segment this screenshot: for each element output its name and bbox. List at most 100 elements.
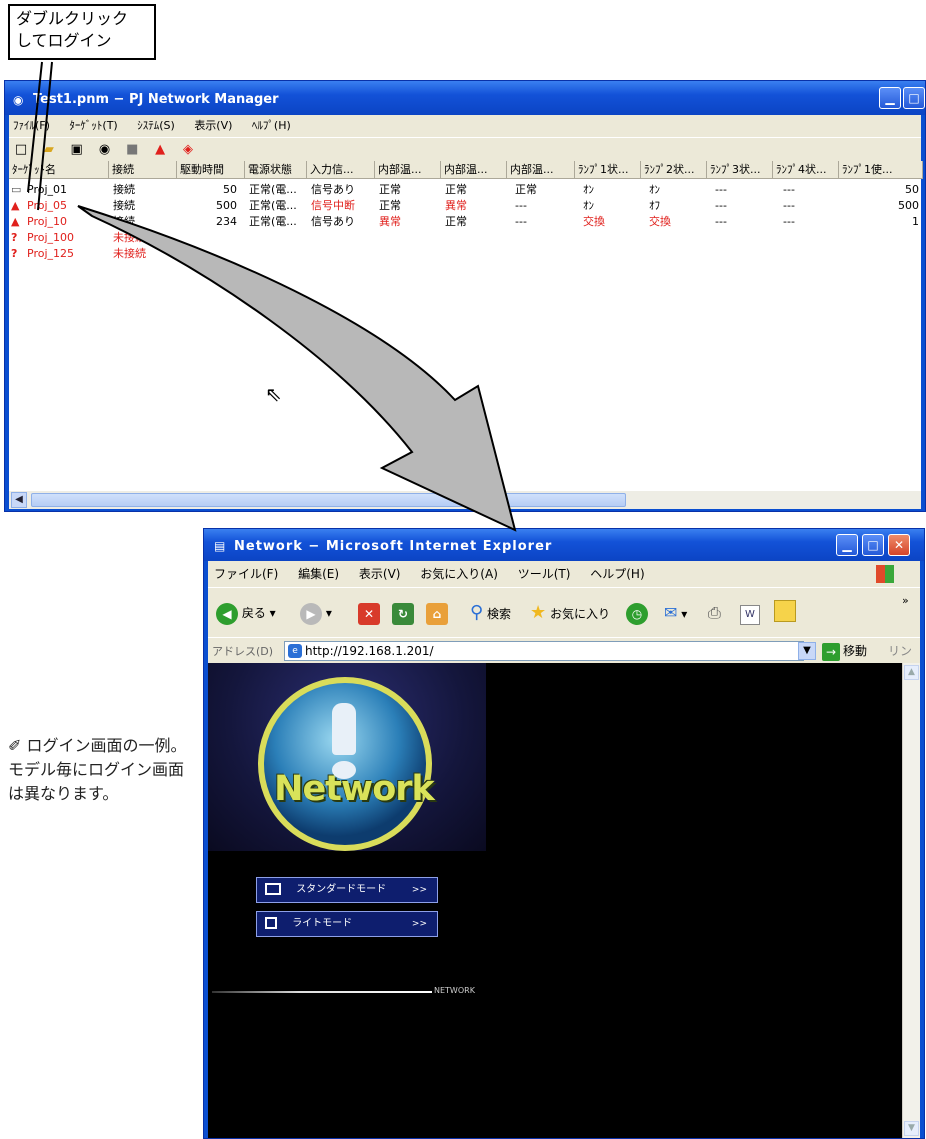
lamp-1-status: ｵﾝ [583, 199, 594, 212]
temp-2-status: 異常 [445, 199, 467, 212]
maximize-icon[interactable]: □ [903, 87, 925, 109]
menu-help[interactable]: ヘルプ(H) [590, 561, 644, 587]
favorites-button[interactable]: ★ お気に入り [530, 600, 610, 626]
menu-edit[interactable]: 編集(E) [298, 561, 339, 587]
scroll-up-icon[interactable]: ▲ [904, 665, 919, 680]
menu-view[interactable]: 表示(V) [194, 115, 232, 137]
favorites-label: お気に入り [549, 607, 610, 621]
go-button[interactable]: → 移動 [822, 642, 867, 661]
temp-1-status: 正常 [379, 183, 401, 196]
edit-word-button[interactable]: W [740, 600, 760, 626]
lamp-3-status: --- [715, 183, 727, 196]
address-input[interactable]: e http://192.168.1.201/ [284, 641, 804, 661]
col-lamp-2[interactable]: ﾗﾝﾌﾟ2状... [641, 161, 707, 179]
stop-icon: ✕ [358, 602, 380, 625]
history-button[interactable]: ◷ [626, 600, 648, 626]
temp-2-status: 正常 [445, 183, 467, 196]
minimize-icon[interactable]: ▁ [879, 87, 901, 109]
stop-button[interactable]: ✕ [358, 600, 380, 626]
home-button[interactable]: ⌂ [426, 600, 448, 626]
stop-icon[interactable]: ■ [123, 141, 141, 159]
standard-mode-arrow: >> [411, 885, 427, 895]
input-status: 信号あり [311, 215, 355, 228]
home-icon: ⌂ [426, 602, 448, 625]
menu-target[interactable]: ﾀｰｹﾞｯﾄ(T) [69, 115, 117, 137]
lamp-1-usage: 500 [898, 199, 919, 212]
target-name: Proj_100 [27, 231, 75, 244]
col-lamp-4[interactable]: ﾗﾝﾌﾟ4状... [773, 161, 839, 179]
power-status: 正常(電... [249, 215, 297, 228]
mail-button[interactable]: ✉ ▾ [664, 600, 687, 626]
runtime-value: 50 [223, 183, 237, 196]
scroll-left-icon[interactable]: ◀ [11, 492, 27, 508]
manager-menubar: ﾌｧｲﾙ(F) ﾀｰｹﾞｯﾄ(T) ｼｽﾃﾑ(S) 表示(V) ﾍﾙﾌﾟ(H) [9, 115, 921, 137]
maximize-icon[interactable]: □ [862, 534, 884, 556]
col-lamp-3[interactable]: ﾗﾝﾌﾟ3状... [707, 161, 773, 179]
ie-menubar: ファイル(F) 編集(E) 表示(V) お気に入り(A) ツール(T) ヘルプ(… [208, 561, 920, 587]
projector-icon: ▭ [11, 183, 22, 196]
alert-icon[interactable]: ▲ [151, 141, 169, 159]
menu-system[interactable]: ｼｽﾃﾑ(S) [137, 115, 175, 137]
address-label: アドレス(D) [212, 645, 274, 658]
question-icon: ? [11, 247, 18, 260]
col-runtime[interactable]: 駆動時間 [177, 161, 245, 179]
messenger-button[interactable] [774, 600, 796, 626]
menu-view[interactable]: 表示(V) [359, 561, 401, 587]
search-button[interactable]: ⚲ 検索 [470, 600, 511, 626]
alert-list-icon[interactable]: ◈ [179, 141, 197, 159]
back-button[interactable]: ◀ 戻る ▾ [216, 600, 276, 626]
network-logo-icon: Network [258, 677, 435, 851]
col-target-name[interactable]: ﾀｰｹﾞｯﾄ名 [9, 161, 109, 179]
col-power[interactable]: 電源状態 [245, 161, 307, 179]
square-icon [265, 917, 277, 929]
search-icon: ⚲ [470, 602, 484, 623]
scroll-down-icon[interactable]: ▼ [904, 1121, 919, 1136]
connection-status: 未接続 [113, 247, 146, 260]
col-lamp-1-usage[interactable]: ﾗﾝﾌﾟ1使... [839, 161, 923, 179]
col-temp-1[interactable]: 内部温... [375, 161, 441, 179]
scroll-thumb[interactable] [31, 493, 626, 507]
col-input[interactable]: 入力信... [307, 161, 375, 179]
col-temp-2[interactable]: 内部温... [441, 161, 507, 179]
save-icon[interactable]: ▣ [68, 141, 86, 159]
menu-favorites[interactable]: お気に入り(A) [420, 561, 498, 587]
minimize-icon[interactable]: ▁ [836, 534, 858, 556]
callout-line-2: してログイン [16, 31, 112, 50]
manager-title: Test1.pnm − PJ Network Manager [33, 92, 279, 107]
menu-tools[interactable]: ツール(T) [518, 561, 571, 587]
vertical-scrollbar[interactable]: ▲ ▼ [902, 663, 920, 1138]
ie-titlebar[interactable]: ▤ Network − Microsoft Internet Explorer … [204, 529, 924, 561]
temp-3-status: --- [515, 199, 527, 212]
new-file-icon[interactable]: □ [12, 141, 30, 159]
callout-box: ダブルクリック してログイン [8, 4, 156, 60]
windows-logo-icon [876, 565, 894, 583]
menu-help[interactable]: ﾍﾙﾌﾟ(H) [252, 115, 291, 137]
temp-3-status: --- [515, 215, 527, 228]
lite-mode-button[interactable]: ライトモード >> [256, 911, 438, 937]
toolbar-overflow-icon[interactable]: » [902, 588, 909, 614]
manager-titlebar[interactable]: ◉ Test1.pnm − PJ Network Manager ▁ □ [5, 81, 925, 115]
print-button[interactable]: ⎙ [708, 600, 721, 626]
address-dropdown-icon[interactable]: ▼ [798, 642, 816, 660]
col-lamp-1[interactable]: ﾗﾝﾌﾟ1状... [575, 161, 641, 179]
col-connection[interactable]: 接続 [109, 161, 177, 179]
view-icon[interactable]: ◉ [95, 141, 113, 159]
refresh-button[interactable]: ↻ [392, 600, 414, 626]
target-list[interactable]: ﾀｰｹﾞｯﾄ名 接続 駆動時間 電源状態 入力信... 内部温... 内部温..… [9, 161, 923, 491]
menu-file[interactable]: ﾌｧｲﾙ(F) [13, 115, 50, 137]
menu-file[interactable]: ファイル(F) [214, 561, 278, 587]
logo-text: Network [274, 769, 435, 809]
forward-button[interactable]: ▶ ▾ [300, 600, 332, 626]
open-folder-icon[interactable]: ▰ [40, 141, 58, 159]
back-arrow-icon: ◀ [216, 602, 238, 625]
standard-mode-button[interactable]: スタンダードモード >> [256, 877, 438, 903]
connection-status: 未接続 [113, 231, 146, 244]
close-icon[interactable]: ✕ [888, 534, 910, 556]
caption-note: ✐ ログイン画面の一例。モデル毎にログイン画面は異なります。 [8, 734, 188, 806]
lamp-4-status: --- [783, 215, 795, 228]
warning-icon: ▲ [11, 199, 20, 212]
horizontal-scrollbar[interactable]: ◀ [9, 491, 921, 509]
note-icon [774, 600, 796, 622]
col-temp-3[interactable]: 内部温... [507, 161, 575, 179]
question-icon: ? [11, 231, 18, 244]
